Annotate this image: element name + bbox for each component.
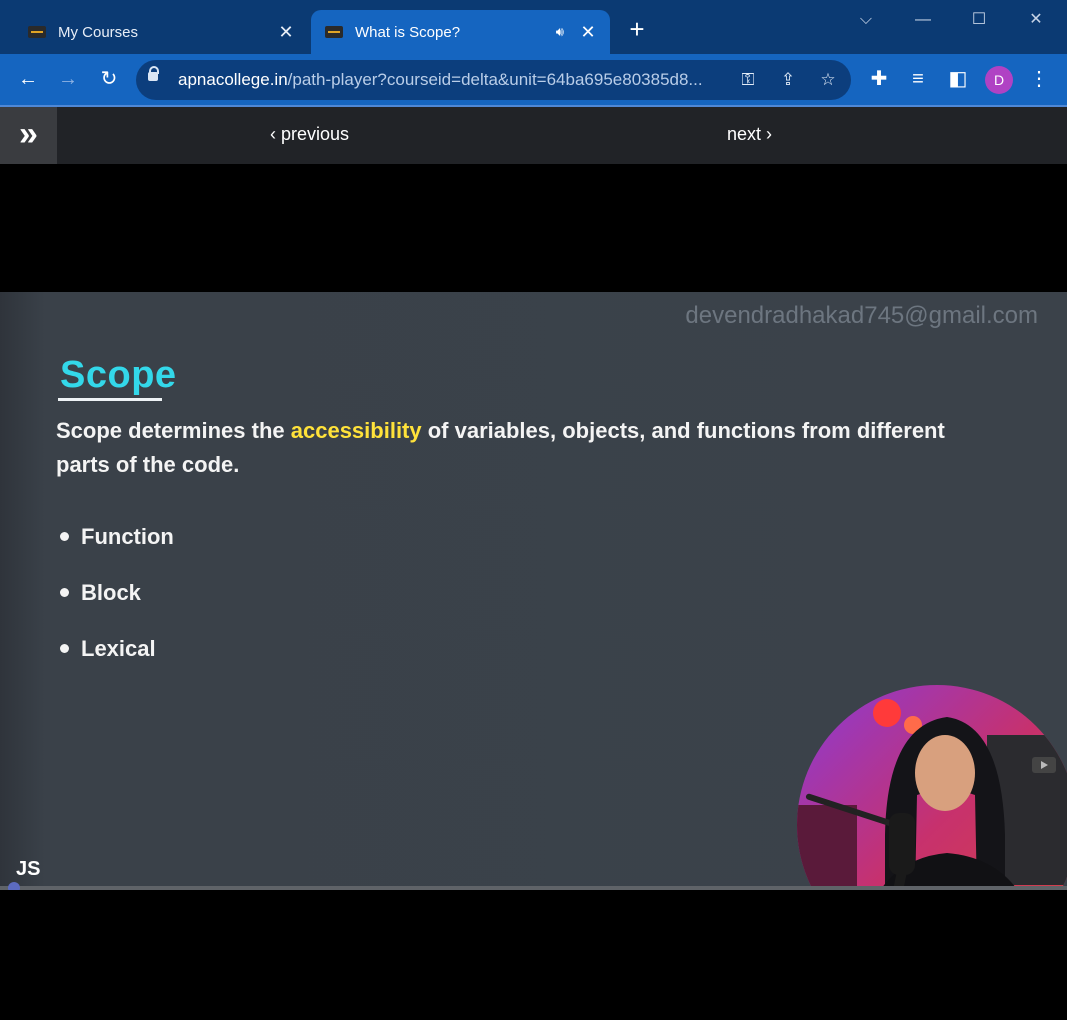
- bullet-dot: [60, 643, 69, 653]
- chevron-left-icon: ‹: [270, 124, 281, 144]
- course-navbar: » ‹ previous next ›: [0, 107, 1067, 164]
- browser-toolbar: ← → ↻ apnacollege.in/path-player?coursei…: [0, 54, 1067, 107]
- tab-my-courses[interactable]: My Courses ✕: [14, 10, 308, 54]
- close-icon[interactable]: ✕: [578, 22, 598, 43]
- tab-search-chevron-icon[interactable]: ⌵: [852, 8, 880, 32]
- star-bookmark-icon[interactable]: ☆: [816, 68, 840, 92]
- slide-title: Scope: [60, 354, 177, 396]
- tab-title: My Courses: [58, 23, 139, 41]
- profile-avatar[interactable]: D: [985, 66, 1013, 94]
- slide-definition: Scope determines the accessibility of va…: [56, 418, 945, 477]
- next-link[interactable]: next ›: [727, 124, 772, 145]
- bullet-dot: [60, 531, 69, 541]
- window-close-icon[interactable]: ✕: [1022, 8, 1050, 32]
- close-icon[interactable]: ✕: [276, 22, 296, 43]
- highlight-word: accessibility: [290, 418, 422, 443]
- title-underline: [58, 398, 162, 401]
- tab-title: What is Scope?: [355, 23, 461, 41]
- side-panel-icon[interactable]: ◧: [945, 66, 971, 92]
- key-icon[interactable]: ⚿: [736, 68, 760, 92]
- js-corner-label: JS: [16, 858, 41, 880]
- sidebar-toggle-double-chevron-icon[interactable]: »: [0, 107, 57, 164]
- chevron-right-icon: ›: [761, 124, 773, 144]
- media-queue-icon[interactable]: ≡: [905, 66, 931, 92]
- bullet-item-function: Function: [60, 524, 174, 550]
- bullet-item-block: Block: [60, 580, 141, 606]
- reload-icon[interactable]: ↻: [96, 66, 122, 92]
- lock-icon[interactable]: [148, 66, 159, 81]
- speaker-icon[interactable]: 🔊︎: [556, 24, 564, 40]
- address-bar[interactable]: apnacollege.in/path-player?courseid=delt…: [136, 60, 851, 100]
- video-frame-slide[interactable]: devendradhakad745@gmail.com Scope Scope …: [0, 292, 1067, 889]
- forward-arrow-icon[interactable]: →: [55, 66, 81, 92]
- more-menu-icon[interactable]: ⋮: [1026, 66, 1052, 92]
- new-tab-plus-icon[interactable]: +: [626, 16, 648, 42]
- previous-link[interactable]: ‹ previous: [270, 124, 349, 145]
- presenter-image: [797, 685, 1067, 889]
- bullet-item-lexical: Lexical: [60, 636, 156, 662]
- back-arrow-icon[interactable]: ←: [15, 66, 41, 92]
- bullet-dot: [60, 587, 69, 597]
- apna-college-favicon-icon: [325, 26, 343, 38]
- extensions-puzzle-icon[interactable]: ✚: [866, 66, 892, 92]
- presenter-webcam-circle: [797, 685, 1067, 889]
- share-icon[interactable]: ⇪: [776, 68, 800, 92]
- tab-what-is-scope[interactable]: What is Scope? 🔊︎ ✕: [311, 10, 610, 54]
- browser-tab-bar: My Courses ✕ What is Scope? 🔊︎ ✕ + ⌵ — ☐…: [0, 0, 1067, 54]
- email-watermark: devendradhakad745@gmail.com: [685, 302, 1038, 329]
- maximize-icon[interactable]: ☐: [965, 8, 993, 32]
- video-letterbox-bottom: [0, 890, 1067, 1020]
- minimize-icon[interactable]: —: [909, 8, 937, 32]
- url-text[interactable]: apnacollege.in/path-player?courseid=delt…: [178, 70, 733, 90]
- apna-college-favicon-icon: [28, 26, 46, 38]
- video-letterbox-top: [0, 164, 1067, 292]
